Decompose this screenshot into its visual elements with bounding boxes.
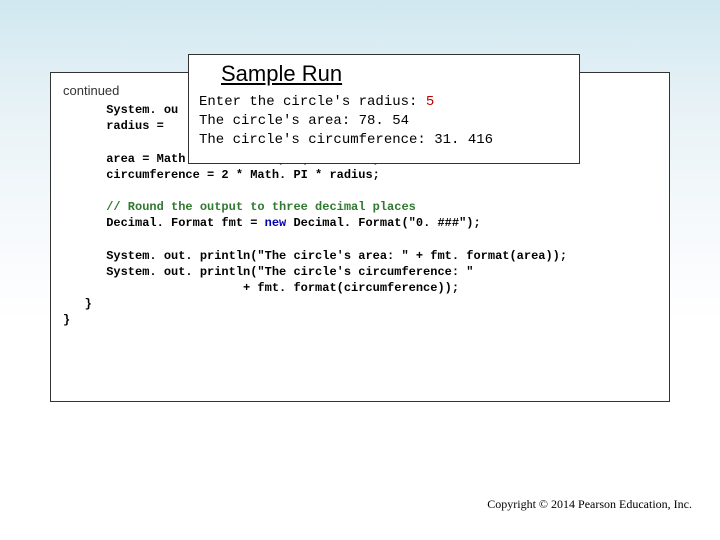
code-line-circumference: circumference = 2 * Math. PI * radius; [63, 168, 380, 182]
sample-run-output: Enter the circle's radius: 5 The circle'… [199, 93, 569, 150]
code-line-println-area: System. out. println("The circle's area:… [63, 249, 567, 263]
code-line-partial-1: System. ou [63, 103, 178, 117]
run-line-1a: Enter the circle's radius: [199, 94, 426, 110]
code-line-fmt-a: Decimal. Format fmt = [63, 216, 265, 230]
code-line-partial-2: radius = [63, 119, 171, 133]
sample-run-title: Sample Run [221, 61, 569, 87]
keyword-new: new [265, 216, 287, 230]
code-close-brace-2: } [63, 313, 70, 327]
code-comment: // Round the output to three decimal pla… [63, 200, 416, 214]
run-line-3: The circle's circumference: 31. 416 [199, 132, 493, 148]
run-user-input: 5 [426, 94, 434, 110]
code-line-fmt-b: Decimal. Format("0. ###"); [286, 216, 480, 230]
code-line-println-circ-1: System. out. println("The circle's circu… [63, 265, 473, 279]
code-close-brace-1: } [63, 297, 92, 311]
copyright-text: Copyright © 2014 Pearson Education, Inc. [487, 497, 692, 512]
run-line-2: The circle's area: 78. 54 [199, 113, 409, 129]
sample-run-panel: Sample Run Enter the circle's radius: 5 … [188, 54, 580, 164]
code-line-println-circ-2: + fmt. format(circumference)); [63, 281, 459, 295]
